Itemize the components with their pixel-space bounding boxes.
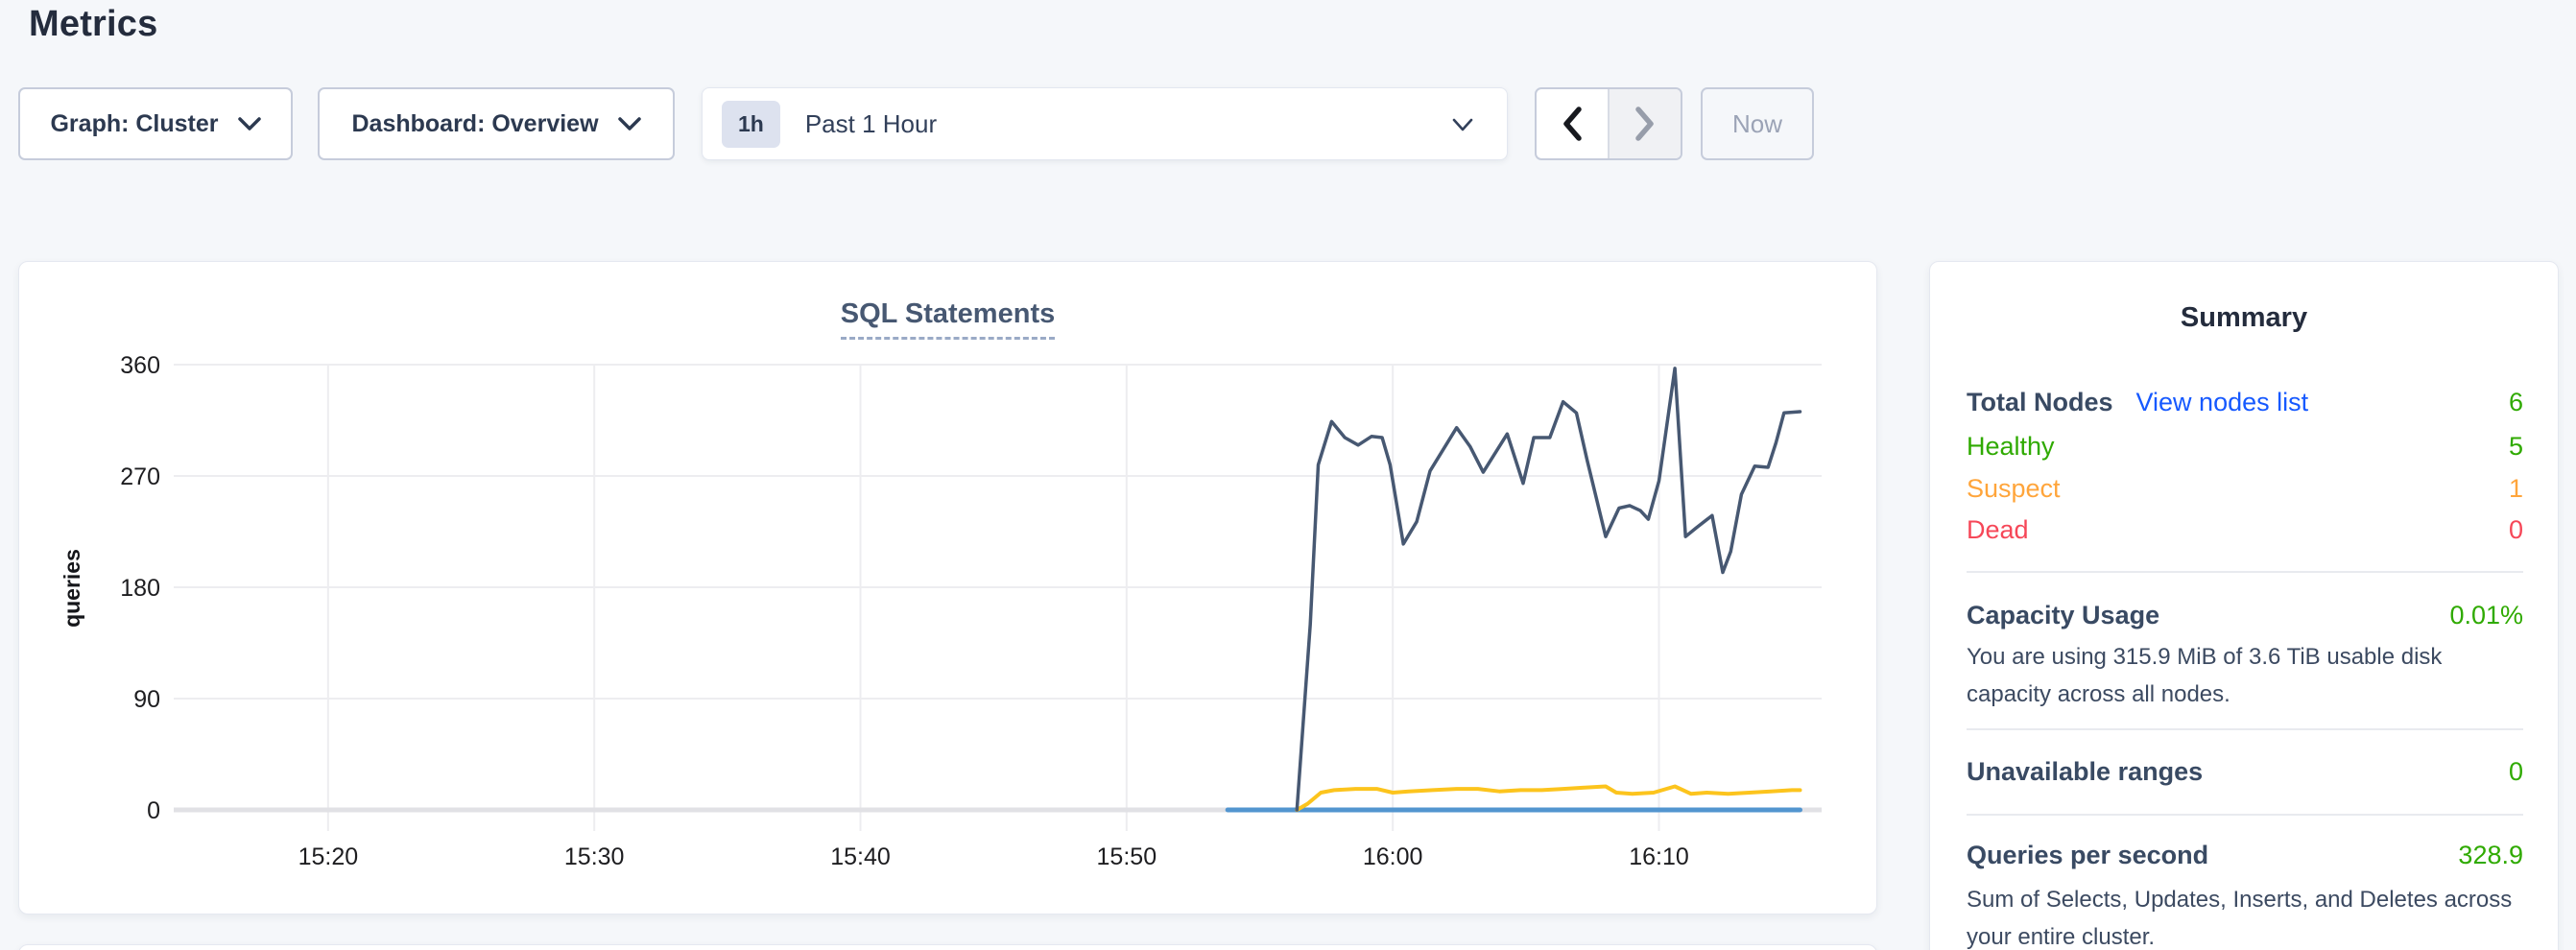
y-tick-label: 90 [133, 686, 160, 713]
divider [1967, 814, 2523, 816]
capacity-usage-value: 0.01% [2449, 601, 2523, 630]
node-status-row: Healthy 5 [1967, 432, 2523, 462]
node-status-row: Suspect 1 [1967, 474, 2523, 504]
queries-per-second-value: 328.9 [2458, 841, 2523, 870]
total-nodes-label: Total Nodes [1967, 388, 2113, 417]
graph-dropdown-label: Graph: Cluster [50, 110, 218, 138]
next-interval-button-disabled[interactable] [1608, 89, 1681, 158]
time-range-badge: 1h [722, 101, 780, 148]
total-nodes-row: Total Nodes View nodes list 6 [1967, 388, 2523, 417]
capacity-usage-label: Capacity Usage [1967, 601, 2159, 630]
total-nodes-value: 6 [2509, 388, 2523, 417]
node-status-label: Dead [1967, 515, 2029, 545]
sql-statements-chart-card: SQL Statements 15:2015:3015:4015:5016:00… [18, 261, 1877, 914]
dashboard-dropdown[interactable]: Dashboard: Overview [318, 87, 675, 160]
unavailable-ranges-label: Unavailable ranges [1967, 757, 2203, 787]
x-tick-label: 16:10 [1629, 843, 1689, 870]
graph-dropdown[interactable]: Graph: Cluster [18, 87, 293, 160]
y-tick-label: 0 [147, 797, 160, 824]
node-status-label: Suspect [1967, 474, 2061, 504]
time-range-selector[interactable]: 1h Past 1 Hour [702, 87, 1508, 160]
node-status-label: Healthy [1967, 432, 2055, 462]
dashboard-dropdown-label: Dashboard: Overview [351, 110, 598, 138]
queries-per-second-row: Queries per second 328.9 [1967, 841, 2523, 870]
divider [1967, 571, 2523, 573]
node-status-value: 0 [2509, 515, 2523, 545]
capacity-usage-row: Capacity Usage 0.01% [1967, 601, 2523, 630]
x-tick-label: 15:50 [1097, 843, 1157, 870]
time-step-buttons [1535, 87, 1682, 160]
y-tick-label: 270 [120, 463, 160, 490]
chevron-right-icon [1634, 107, 1656, 141]
chevron-down-icon [1451, 118, 1474, 132]
series-dark-slate-series [1297, 368, 1800, 810]
node-status-value: 5 [2509, 432, 2523, 462]
summary-title: Summary [1930, 302, 2558, 334]
chevron-left-icon [1562, 107, 1583, 141]
unavailable-ranges-value: 0 [2509, 757, 2523, 787]
chevron-down-icon [618, 117, 641, 131]
chevron-down-icon [238, 117, 261, 131]
divider [1967, 728, 2523, 730]
queries-per-second-description: Sum of Selects, Updates, Inserts, and De… [1967, 881, 2525, 950]
x-tick-label: 15:30 [564, 843, 625, 870]
view-nodes-list-link[interactable]: View nodes list [2136, 388, 2309, 417]
y-axis-label: queries [60, 549, 84, 628]
time-range-label: Past 1 Hour [805, 109, 937, 139]
next-chart-card-edge [18, 944, 1877, 950]
x-tick-label: 16:00 [1363, 843, 1423, 870]
summary-sidebar: Summary Total Nodes View nodes list 6 He… [1929, 261, 2559, 950]
queries-per-second-label: Queries per second [1967, 841, 2208, 870]
node-status-row: Dead 0 [1967, 515, 2523, 545]
x-tick-label: 15:40 [830, 843, 891, 870]
x-tick-label: 15:20 [298, 843, 359, 870]
sql-statements-plot[interactable]: 15:20 15:30 15:40 15:50 16:00 16:10 0 90 180 270 3… [19, 262, 1878, 915]
previous-interval-button[interactable] [1537, 89, 1608, 158]
capacity-usage-description: You are using 315.9 MiB of 3.6 TiB usabl… [1967, 638, 2525, 713]
page-title: Metrics [29, 4, 157, 45]
series-yellow-series [1297, 787, 1800, 811]
now-button[interactable]: Now [1701, 87, 1814, 160]
metrics-page: Metrics Graph: Cluster Dashboard: Overvi… [0, 0, 2576, 950]
y-tick-label: 180 [120, 575, 160, 602]
unavailable-ranges-row: Unavailable ranges 0 [1967, 757, 2523, 787]
node-status-value: 1 [2509, 474, 2523, 504]
y-tick-label: 360 [120, 352, 160, 379]
